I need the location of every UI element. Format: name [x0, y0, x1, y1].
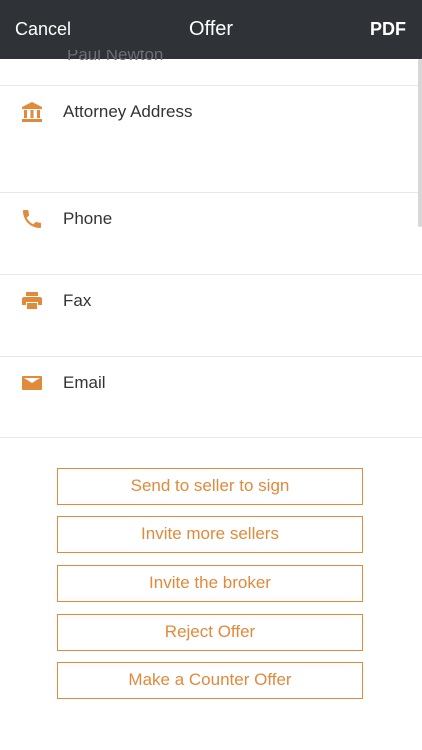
attorney-address-label: Attorney Address: [63, 102, 193, 121]
fax-label: Fax: [63, 291, 92, 310]
attorney-address-row[interactable]: Attorney Address: [0, 86, 422, 193]
email-row[interactable]: Email: [0, 357, 422, 438]
pdf-button[interactable]: PDF: [370, 19, 406, 40]
phone-icon: [20, 207, 44, 231]
attorney-name-row-divider: [0, 59, 422, 86]
invite-more-sellers-button[interactable]: Invite more sellers: [57, 516, 363, 553]
envelope-icon: [20, 371, 44, 395]
send-to-seller-button[interactable]: Send to seller to sign: [57, 468, 363, 505]
counter-offer-button[interactable]: Make a Counter Offer: [57, 662, 363, 699]
top-bar: Cancel Offer PDF: [0, 0, 422, 59]
printer-icon: [20, 289, 44, 313]
reject-offer-button[interactable]: Reject Offer: [57, 614, 363, 651]
phone-row[interactable]: Phone: [0, 193, 422, 275]
bank-icon: [20, 100, 44, 124]
phone-label: Phone: [63, 209, 113, 228]
scrollbar[interactable]: [418, 59, 422, 227]
fax-row[interactable]: Fax: [0, 275, 422, 357]
email-label: Email: [63, 373, 106, 392]
invite-broker-button[interactable]: Invite the broker: [57, 565, 363, 602]
page-title: Offer: [188, 18, 234, 40]
